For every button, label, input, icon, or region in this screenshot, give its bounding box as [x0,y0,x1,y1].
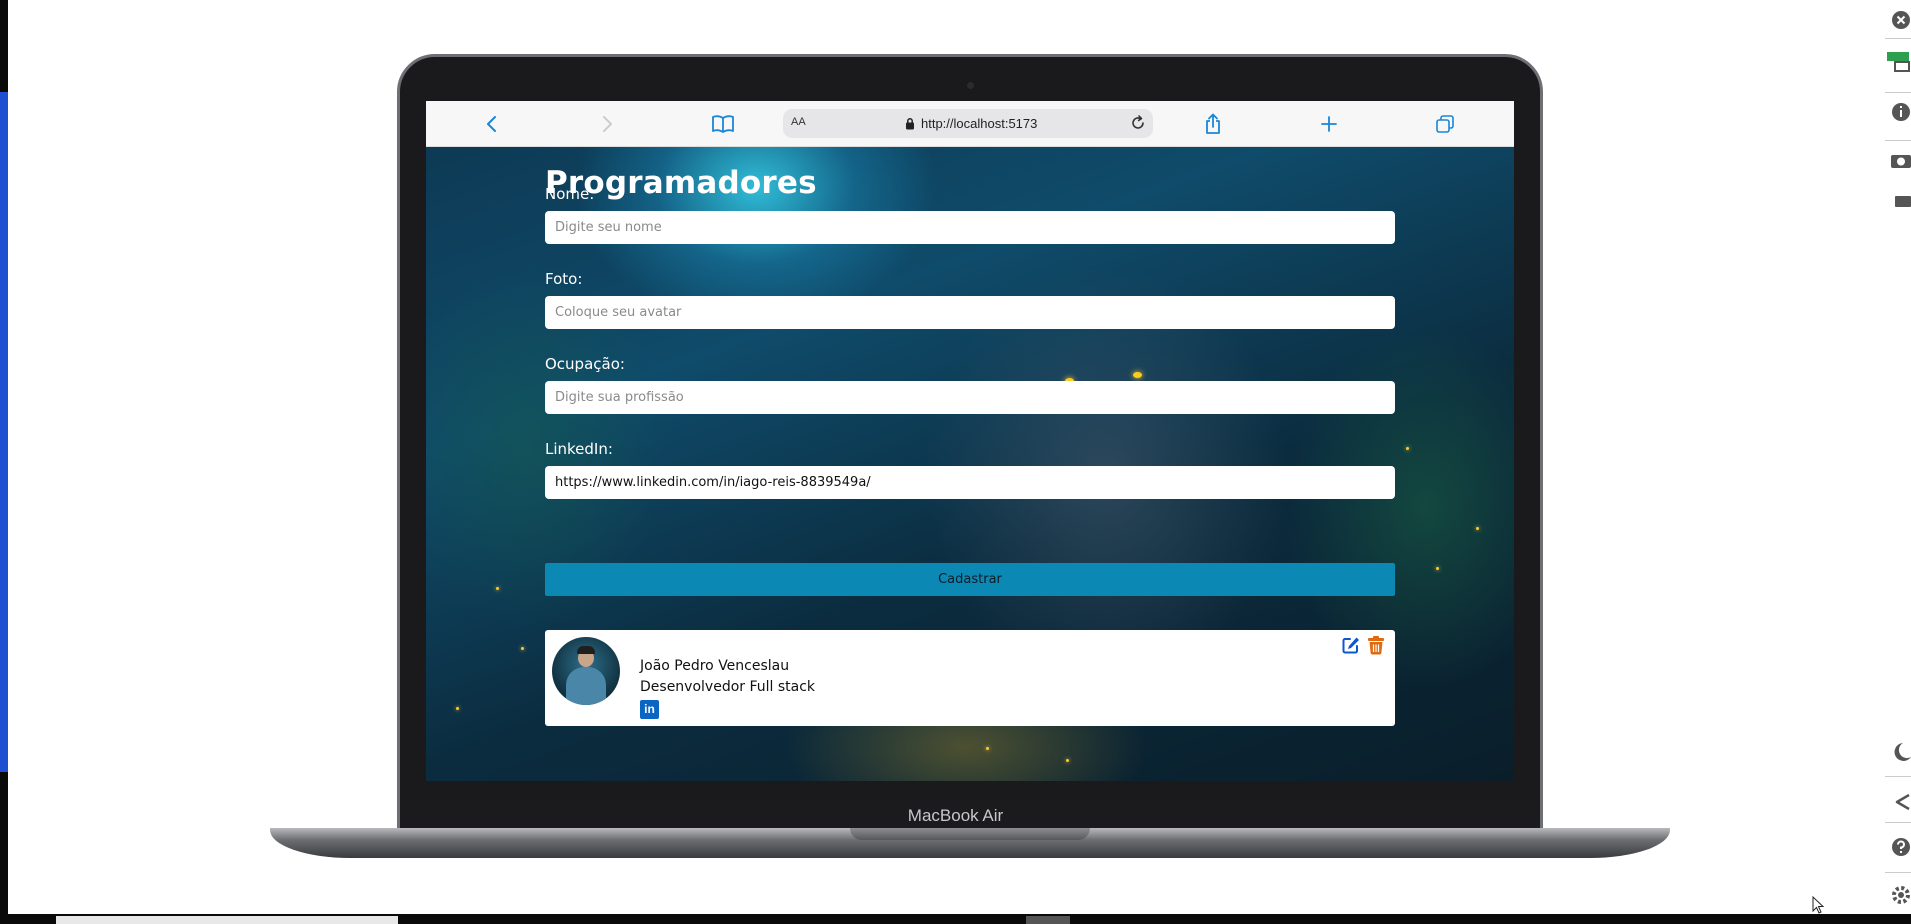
programmer-card: João Pedro Venceslau Desenvolvedor Full … [545,630,1395,726]
webcam [967,82,974,89]
device-label: MacBook Air [907,806,1004,825]
record-icon[interactable] [1887,190,1911,214]
firefly [521,647,524,650]
photo-label: Foto: [545,270,583,288]
forward-icon[interactable] [593,110,621,138]
left-edge-accent [0,92,8,772]
camera-icon[interactable] [1887,148,1911,172]
edit-icon[interactable] [1341,635,1361,655]
name-label: Nome: [545,185,595,203]
macbook-notch [850,828,1090,840]
firefly [496,587,499,590]
reload-icon[interactable] [1129,114,1147,132]
linkedin-icon[interactable]: in [640,700,659,719]
divider [1885,776,1911,777]
back-icon[interactable] [478,110,506,138]
settings-icon[interactable] [1887,883,1911,907]
url-text: http://localhost:5173 [921,116,1038,131]
trash-icon[interactable] [1367,635,1385,655]
firefly [1476,527,1479,530]
wolf-eye-right [1133,372,1142,378]
divider [1885,872,1911,873]
occupation-label: Ocupação: [545,355,625,373]
firefly [1406,447,1409,450]
tabs-icon[interactable] [1431,110,1459,138]
card-name: João Pedro Venceslau [640,658,790,674]
desktop: MacBook Air AA http://localhost:5173 Pro… [0,0,1911,924]
register-button[interactable]: Cadastrar [545,563,1395,596]
divider [1885,140,1911,141]
firefly [1066,759,1069,762]
new-tab-icon[interactable] [1315,110,1343,138]
text-size-button[interactable]: AA [791,116,806,128]
side-toolbar [1881,0,1911,924]
firefly [1436,567,1439,570]
linkedin-input[interactable] [545,466,1395,499]
bookmarks-icon[interactable] [709,110,737,138]
share-icon[interactable] [1887,790,1911,814]
lock-icon [906,118,914,130]
photo-input[interactable] [545,296,1395,329]
linkedin-label: LinkedIn: [545,440,613,458]
divider [1885,38,1911,39]
avatar [552,637,620,705]
divider [1885,92,1911,93]
divider [1885,822,1911,823]
browser-toolbar: AA http://localhost:5173 [426,101,1514,147]
share-icon[interactable] [1199,110,1227,138]
taskbar-strip [0,914,1911,924]
moon-icon[interactable] [1887,740,1911,764]
close-icon[interactable] [1887,8,1911,32]
mouse-cursor-icon [1812,896,1824,914]
help-icon[interactable] [1887,835,1911,859]
card-occupation: Desenvolvedor Full stack [640,679,816,695]
name-input[interactable] [545,211,1395,244]
device-screen: AA http://localhost:5173 Programadores N… [426,101,1514,781]
firefly [986,747,989,750]
occupation-input[interactable] [545,381,1395,414]
info-icon[interactable] [1887,100,1911,124]
new-badge-icon[interactable] [1887,50,1911,74]
firefly [456,707,459,710]
address-bar[interactable]: AA http://localhost:5173 [783,109,1153,138]
page-background: Programadores Nome: Foto: Ocupação: Link… [426,147,1514,781]
